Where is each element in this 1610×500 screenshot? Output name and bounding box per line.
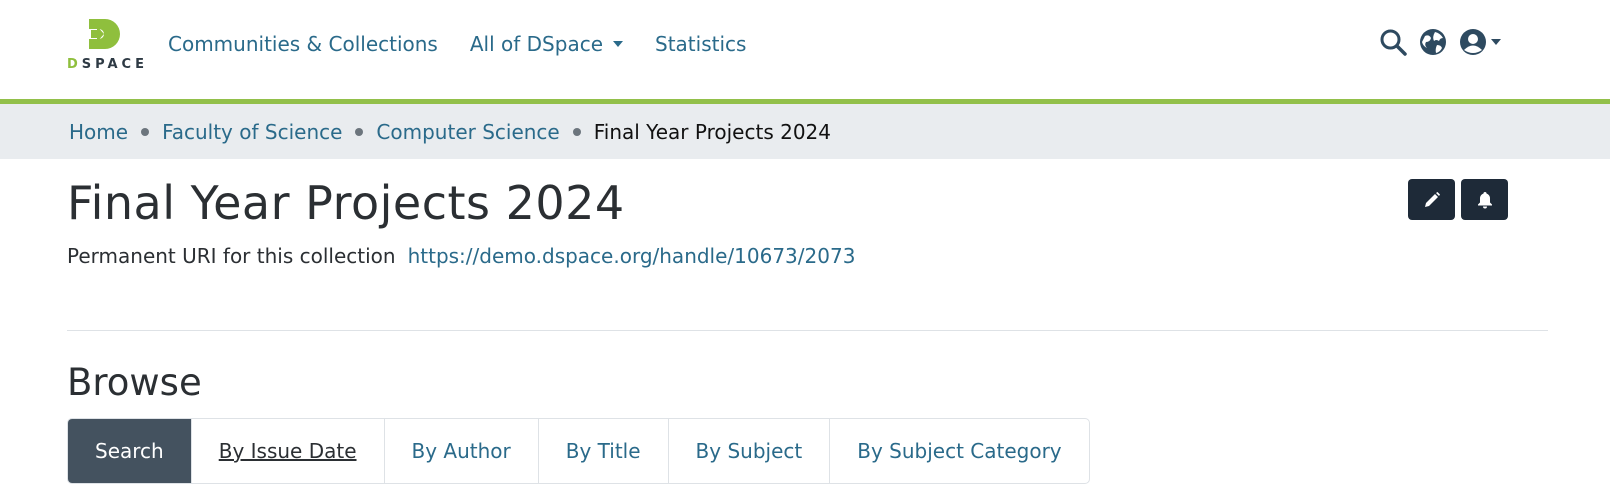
nav-communities-collections[interactable]: Communities & Collections — [168, 32, 438, 56]
breadcrumb-computer-science[interactable]: Computer Science — [376, 120, 559, 144]
language-icon[interactable] — [1418, 27, 1448, 57]
page-title: Final Year Projects 2024 — [67, 176, 625, 230]
breadcrumb-faculty-of-science[interactable]: Faculty of Science — [162, 120, 342, 144]
breadcrumb-home[interactable]: Home — [69, 120, 128, 144]
breadcrumb-separator — [355, 127, 364, 136]
site-header: DSPACE Communities & Collections All of … — [0, 0, 1610, 99]
tab-by-title[interactable]: By Title — [537, 419, 668, 483]
breadcrumb-current: Final Year Projects 2024 — [593, 119, 831, 144]
tab-by-author[interactable]: By Author — [383, 419, 538, 483]
collection-actions — [1402, 179, 1508, 220]
header-actions — [1368, 27, 1502, 57]
logo-wordmark: DSPACE — [67, 57, 148, 72]
browse-tabs: Search By Issue Date By Author By Title … — [67, 418, 1090, 484]
edit-icon — [1424, 191, 1440, 207]
chevron-down-icon — [1491, 39, 1501, 45]
bell-icon — [1477, 191, 1492, 208]
nav-statistics[interactable]: Statistics — [655, 32, 746, 56]
permanent-uri-link[interactable]: https://demo.dspace.org/handle/10673/207… — [408, 244, 856, 268]
user-menu[interactable] — [1458, 27, 1502, 57]
tab-by-issue-date[interactable]: By Issue Date — [190, 419, 384, 483]
subscribe-button[interactable] — [1461, 179, 1508, 220]
tab-search[interactable]: Search — [68, 419, 191, 483]
nav-all-of-dspace[interactable]: All of DSpace — [470, 32, 623, 56]
section-divider — [67, 330, 1548, 331]
breadcrumb: Home Faculty of Science Computer Science… — [0, 104, 1610, 159]
edit-button[interactable] — [1408, 179, 1455, 220]
dspace-logo-mark — [87, 19, 120, 49]
permanent-uri-label: Permanent URI for this collection — [67, 244, 396, 268]
browse-heading: Browse — [67, 361, 202, 404]
tab-by-subject[interactable]: By Subject — [667, 419, 830, 483]
user-icon — [1460, 29, 1486, 55]
tab-by-subject-category[interactable]: By Subject Category — [829, 419, 1088, 483]
dspace-logo[interactable]: DSPACE — [67, 17, 148, 77]
breadcrumb-separator — [572, 127, 581, 136]
permanent-uri-row: Permanent URI for this collection https:… — [67, 244, 855, 268]
breadcrumb-separator — [141, 127, 150, 136]
search-icon[interactable] — [1378, 27, 1408, 57]
main-nav: Communities & Collections All of DSpace … — [168, 28, 778, 60]
chevron-down-icon — [613, 41, 623, 47]
